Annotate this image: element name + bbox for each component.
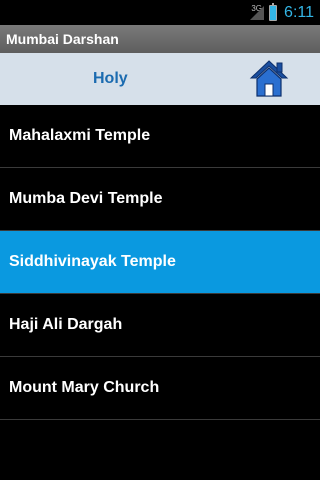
category-header: Holy xyxy=(0,53,320,105)
place-list: Mahalaxmi Temple Mumba Devi Temple Siddh… xyxy=(0,105,320,420)
app-title-bar: Mumbai Darshan xyxy=(0,25,320,53)
battery-icon xyxy=(269,3,277,21)
list-item-selected[interactable]: Siddhivinayak Temple xyxy=(0,231,320,294)
category-title: Holy xyxy=(93,70,128,87)
list-item[interactable]: Mount Mary Church xyxy=(0,357,320,420)
signal-icon xyxy=(250,6,264,20)
list-item-label: Haji Ali Dargah xyxy=(9,316,123,333)
list-item-label: Mahalaxmi Temple xyxy=(9,127,151,144)
list-item[interactable]: Haji Ali Dargah xyxy=(0,294,320,357)
list-item-label: Siddhivinayak Temple xyxy=(9,253,176,270)
list-item-label: Mumba Devi Temple xyxy=(9,190,163,207)
status-bar: 3G 6:11 xyxy=(0,0,320,25)
home-icon xyxy=(249,60,289,97)
home-button[interactable] xyxy=(249,58,289,100)
list-item-label: Mount Mary Church xyxy=(9,379,160,396)
list-item[interactable]: Mahalaxmi Temple xyxy=(0,105,320,168)
clock: 6:11 xyxy=(284,4,314,21)
app-title: Mumbai Darshan xyxy=(6,31,119,47)
list-item[interactable]: Mumba Devi Temple xyxy=(0,168,320,231)
